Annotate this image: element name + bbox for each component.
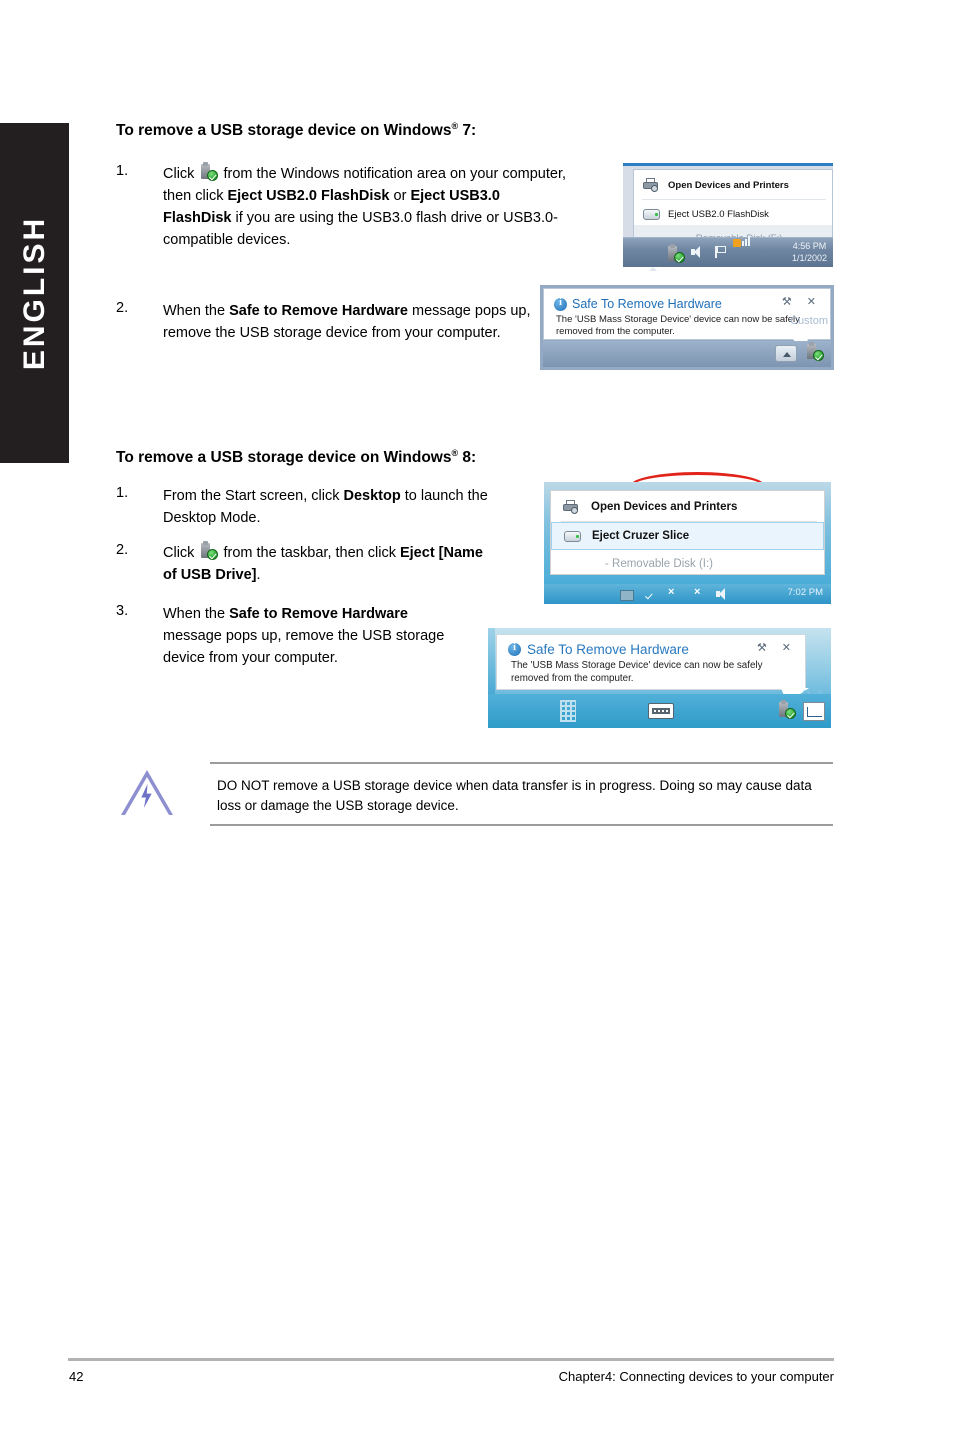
step-number-win7-2: 2.	[116, 300, 129, 316]
warning-note-box: DO NOT remove a USB storage device when …	[113, 762, 833, 826]
show-hidden-icons-chevron-icon[interactable]	[649, 250, 657, 271]
heading-windows7: To remove a USB storage device on Window…	[116, 121, 476, 140]
win7-context-menu: Open Devices and Printers Eject USB2.0 F…	[633, 169, 833, 251]
warning-triangle-icon	[121, 770, 173, 816]
win8-balloon-title: Safe To Remove Hardware	[527, 642, 689, 657]
note-bottom-rule	[210, 824, 833, 826]
step-win8-2-part2: from the taskbar, then click	[219, 545, 400, 561]
taskbar-grip-dots-icon[interactable]	[560, 700, 576, 722]
warning-note-text: DO NOT remove a USB storage device when …	[217, 778, 812, 813]
step-win7-1-part1: Click	[163, 166, 199, 182]
step-text-win7-1: Click from the Windows notification area…	[163, 162, 571, 251]
step-number-win8-2: 2.	[116, 542, 129, 558]
step-text-win8-1: From the Start screen, click Desktop to …	[163, 485, 529, 529]
win8-menu-item-removable-disk-i[interactable]: - Removable Disk (I:)	[551, 550, 824, 578]
step-text-win8-3: When the Safe to Remove Hardware message…	[163, 603, 469, 669]
win7-menu-item-open-devices-and-printers[interactable]: Open Devices and Printers	[634, 172, 832, 198]
footer-rule	[68, 1358, 834, 1361]
win8-tray-clock[interactable]: 7:02 PM	[788, 587, 823, 598]
heading-windows8: To remove a USB storage device on Window…	[116, 448, 476, 467]
heading-windows8-suffix: 8:	[458, 449, 477, 467]
win7-tray-clock[interactable]: 4:56 PM 1/1/2002	[792, 240, 827, 264]
language-tab-label: ENGLISH	[17, 215, 51, 371]
win7-menu-item-1-label: Eject USB2.0 FlashDisk	[668, 208, 769, 220]
win8-menu-item-eject-cruzer-slice[interactable]: Eject Cruzer Slice	[551, 522, 824, 550]
win8-menu-item-1-label: Eject Cruzer Slice	[592, 530, 690, 542]
win7-taskbar-tray: 4:56 PM 1/1/2002	[623, 236, 833, 500]
win8-balloon-bubble: Safe To Remove Hardware ⚒ ✕ The 'USB Mas…	[496, 634, 806, 690]
screenshot-win7-tray-menu: Open Devices and Printers Eject USB2.0 F…	[623, 163, 833, 500]
language-tab: ENGLISH	[0, 123, 69, 463]
page-number: 42	[69, 1369, 84, 1384]
win7-menu-item-0-label: Open Devices and Printers	[668, 179, 789, 191]
win8-context-menu: Open Devices and Printers Eject Cruzer S…	[550, 490, 825, 575]
win7-menu-item-eject-usb20-flashdisk[interactable]: Eject USB2.0 FlashDisk	[634, 201, 832, 227]
screenshot-win8-tray-menu: Open Devices and Printers Eject Cruzer S…	[544, 482, 831, 604]
heading-windows7-suffix: 7:	[458, 122, 477, 140]
step-win8-3-bold1: Safe to Remove Hardware	[229, 606, 408, 622]
removable-drive-icon	[634, 208, 668, 220]
info-icon-2	[508, 642, 521, 656]
printer-icon	[634, 178, 668, 192]
win8-balloon-tools[interactable]: ⚒ ✕	[757, 641, 797, 654]
win7-balloon-taskbar	[543, 341, 831, 367]
win7-balloon-watermark: Custom	[790, 315, 828, 327]
win8-balloon-body: The 'USB Mass Storage Device' device can…	[511, 660, 763, 684]
step-win8-3-part1: When the	[163, 606, 230, 622]
win8-menu-item-2-label: - Removable Disk (I:)	[605, 558, 713, 570]
step-text-win7-2: When the Safe to Remove Hardware message…	[163, 300, 538, 344]
win8-balloon-left-edge	[488, 628, 495, 694]
heading-windows7-prefix: To remove a USB storage device on Window…	[116, 122, 452, 140]
step-win7-2-bold1: Safe to Remove Hardware	[229, 303, 408, 319]
win8-menu-item-0-label: Open Devices and Printers	[591, 501, 738, 513]
green-check-badge	[207, 170, 219, 181]
step-win8-1-bold1: Desktop	[343, 488, 401, 504]
menu-divider	[642, 199, 826, 200]
win7-balloon-title: Safe To Remove Hardware	[572, 297, 722, 311]
win7-balloon-body: The 'USB Mass Storage Device' device can…	[556, 314, 800, 337]
step-win8-1-part1: From the Start screen, click	[163, 488, 344, 504]
win7-balloon-tools[interactable]: ⚒ ✕	[782, 295, 822, 308]
tray-chart-app-icon[interactable]	[803, 702, 825, 721]
win8-menu-item-open-devices-and-printers[interactable]: Open Devices and Printers	[551, 493, 824, 521]
step-number-win7-1: 1.	[116, 163, 129, 179]
step-win8-3-part2: message pops up, remove the USB storage …	[163, 628, 445, 666]
touch-keyboard-icon[interactable]	[648, 703, 674, 719]
win7-tray-time: 4:56 PM	[792, 241, 827, 251]
screenshot-win7-safe-to-remove-balloon: Safe To Remove Hardware ⚒ ✕ The 'USB Mas…	[540, 285, 834, 370]
tray-app-icon[interactable]	[620, 588, 634, 606]
info-icon	[554, 297, 567, 311]
step-text-win8-2: Click from the taskbar, then click Eject…	[163, 541, 493, 586]
show-hidden-icons-button[interactable]	[775, 345, 797, 362]
step-win8-2-part3: .	[256, 567, 261, 583]
heading-windows8-prefix: To remove a USB storage device on Window…	[116, 449, 452, 467]
screenshot-win8-safe-to-remove-balloon: Safe To Remove Hardware ⚒ ✕ The 'USB Mas…	[488, 628, 831, 728]
note-top-rule	[210, 762, 833, 764]
step-win8-2-part1: Click	[163, 545, 199, 561]
safely-remove-hardware-icon	[199, 162, 219, 181]
step-win7-1-part3: or	[389, 188, 411, 204]
document-page: ENGLISH To remove a USB storage device o…	[0, 0, 954, 1438]
tray-safely-remove-hardware-icon-2[interactable]	[804, 342, 825, 363]
win7-tray-date: 1/1/2002	[791, 253, 827, 263]
tray-safely-remove-hardware-icon[interactable]	[665, 244, 686, 265]
step-number-win8-3: 3.	[116, 603, 129, 619]
win8-taskbar-tray: 7:02 PM	[544, 584, 831, 604]
win7-balloon-bubble: Safe To Remove Hardware ⚒ ✕ The 'USB Mas…	[543, 288, 831, 340]
step-win7-1-bold1: Eject USB2.0 FlashDisk	[227, 188, 390, 204]
step-number-win8-1: 1.	[116, 485, 129, 501]
printer-icon-2	[551, 500, 591, 514]
removable-drive-icon-2	[552, 530, 592, 542]
win8-taskbar	[488, 694, 831, 728]
footer-chapter-label: Chapter4: Connecting devices to your com…	[558, 1369, 834, 1384]
safely-remove-hardware-icon-2	[199, 541, 219, 560]
tray-safely-remove-hardware-icon-3[interactable]	[776, 700, 797, 721]
step-win7-2-part1: When the	[163, 303, 230, 319]
